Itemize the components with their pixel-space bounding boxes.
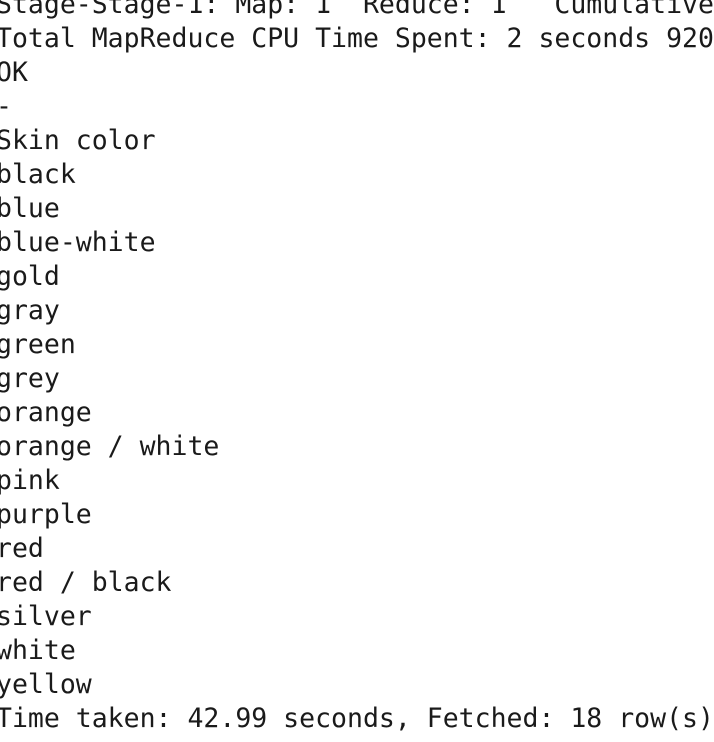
output-line: gold <box>0 261 60 292</box>
time-taken-line: Time taken: 42.99 seconds, Fetched: 18 r… <box>0 703 714 734</box>
output-line: silver <box>0 601 92 632</box>
output-line: white <box>0 635 76 666</box>
cpu-time-line: Total MapReduce CPU Time Spent: 2 second… <box>0 23 714 54</box>
output-line: pink <box>0 465 60 496</box>
output-line: orange / white <box>0 431 220 462</box>
output-line: red / black <box>0 567 172 598</box>
output-line: gray <box>0 295 60 326</box>
job-stage-line: Stage-Stage-1: Map: 1 Reduce: 1 Cumulati… <box>0 0 714 20</box>
output-line: black <box>0 159 76 190</box>
output-line: orange <box>0 397 92 428</box>
output-line: blue-white <box>0 227 156 258</box>
output-line: red <box>0 533 44 564</box>
output-line: yellow <box>0 669 92 700</box>
terminal-window[interactable]: Stage-Stage-1: Map: 1 Reduce: 1 Cumulati… <box>0 0 714 742</box>
output-line: green <box>0 329 76 360</box>
output-line: grey <box>0 363 60 394</box>
status-line: OK <box>0 57 28 88</box>
output-line: Skin color <box>0 125 156 156</box>
output-line: - <box>0 90 714 124</box>
command-prompt-line[interactable] <box>0 736 714 742</box>
output-line: blue <box>0 193 60 224</box>
prompt-text <box>0 736 714 742</box>
output-line: purple <box>0 499 92 530</box>
